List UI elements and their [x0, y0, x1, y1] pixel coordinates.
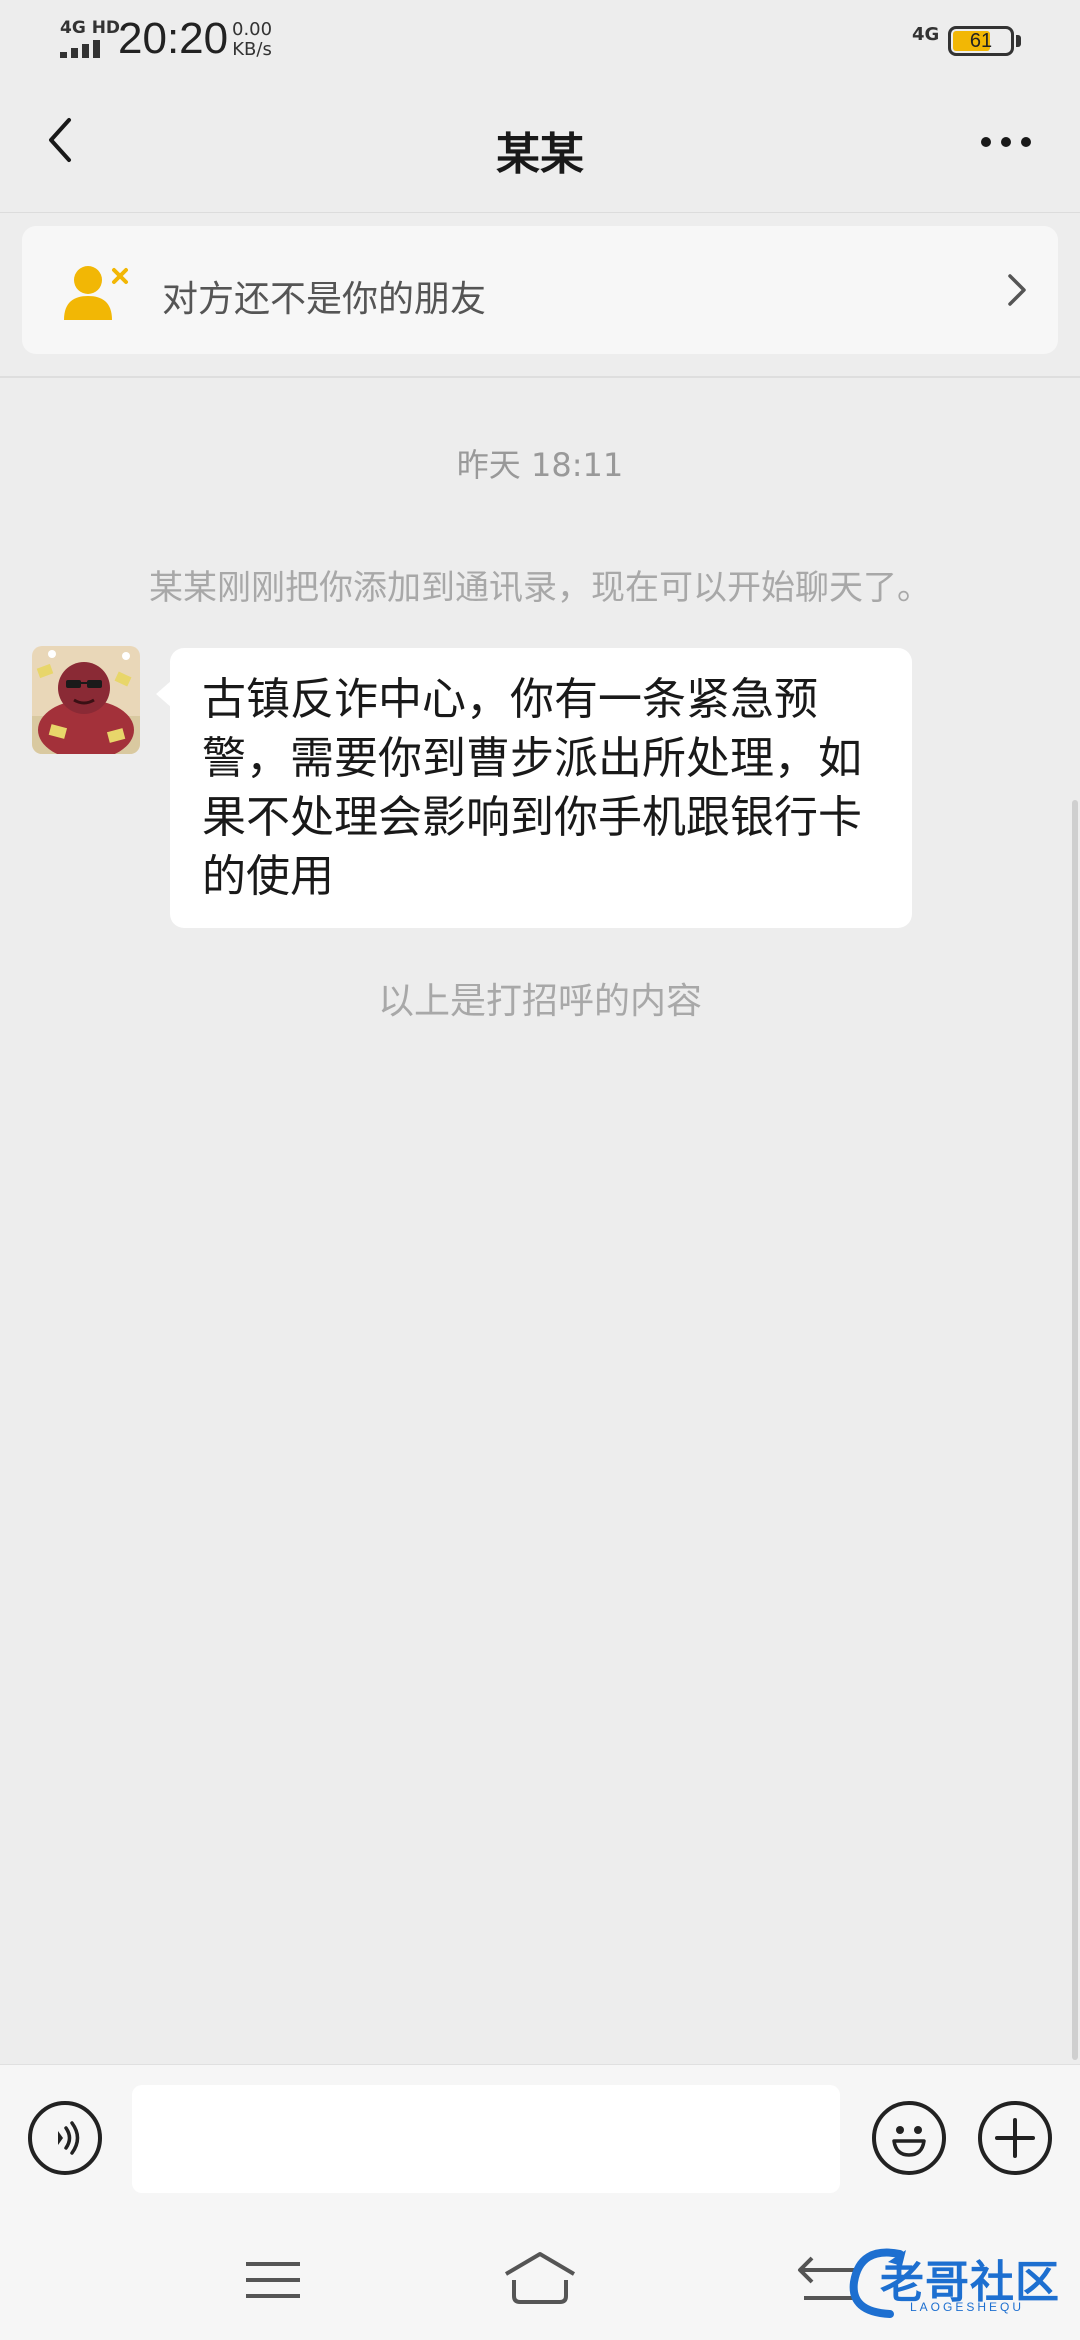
- menu-icon[interactable]: [238, 2250, 308, 2310]
- system-message-added: 某某刚刚把你添加到通讯录，现在可以开始聊天了。: [149, 568, 931, 608]
- avatar-image: [32, 646, 140, 754]
- user-warning-icon: [64, 266, 128, 320]
- divider: [0, 376, 1080, 378]
- chevron-right-icon: [1008, 274, 1026, 306]
- message-input[interactable]: [132, 2085, 840, 2193]
- status-bar: 4G HD 20:20 0.00 KB/s 4G 61: [0, 0, 1080, 84]
- watermark-subtext: LAOGESHEQU: [910, 2300, 1025, 2314]
- battery-level: 61: [969, 30, 993, 52]
- system-nav-bar: 老哥社区 LAOGESHEQU: [0, 2220, 1080, 2340]
- home-icon[interactable]: [500, 2246, 580, 2312]
- plus-icon: [995, 2118, 1035, 2158]
- chat-header: 某某: [0, 84, 1080, 213]
- net-speed-value: 0.00: [232, 19, 273, 40]
- more-icon: [981, 137, 1031, 147]
- more-functions-button[interactable]: [978, 2101, 1052, 2175]
- emoji-icon: [892, 2126, 926, 2157]
- avatar[interactable]: [32, 646, 140, 754]
- emoji-button[interactable]: [872, 2101, 946, 2175]
- not-friend-banner[interactable]: 对方还不是你的朋友: [22, 226, 1058, 354]
- more-button[interactable]: [966, 112, 1046, 172]
- net-speed-unit: KB/s: [232, 39, 272, 60]
- network-indicator: 4G: [912, 24, 940, 45]
- input-bar: [0, 2064, 1080, 2221]
- voice-icon: [58, 2121, 80, 2155]
- message-text: 古镇反诈中心，你有一条紧急预警，需要你到曹步派出所处理，如果不处理会影响到你手机…: [202, 674, 862, 902]
- message-timestamp: 昨天 18:11: [456, 446, 624, 484]
- battery-icon: 61: [948, 26, 1014, 56]
- battery-tip: [1016, 35, 1021, 47]
- watermark: 老哥社区 LAOGESHEQU: [840, 2234, 1070, 2330]
- banner-text: 对方还不是你的朋友: [162, 279, 487, 320]
- network-type-label: 4G HD: [60, 18, 121, 38]
- net-speed: 0.00 KB/s: [232, 20, 272, 60]
- message-bubble[interactable]: 古镇反诈中心，你有一条紧急预警，需要你到曹步派出所处理，如果不处理会影响到你手机…: [170, 648, 912, 928]
- signal-icon: [60, 38, 108, 58]
- scrollbar[interactable]: [1072, 800, 1078, 2060]
- clock: 20:20: [118, 14, 229, 63]
- system-message-greeting: 以上是打招呼的内容: [377, 981, 702, 1022]
- page-title: 某某: [496, 129, 584, 180]
- voice-button[interactable]: [28, 2101, 102, 2175]
